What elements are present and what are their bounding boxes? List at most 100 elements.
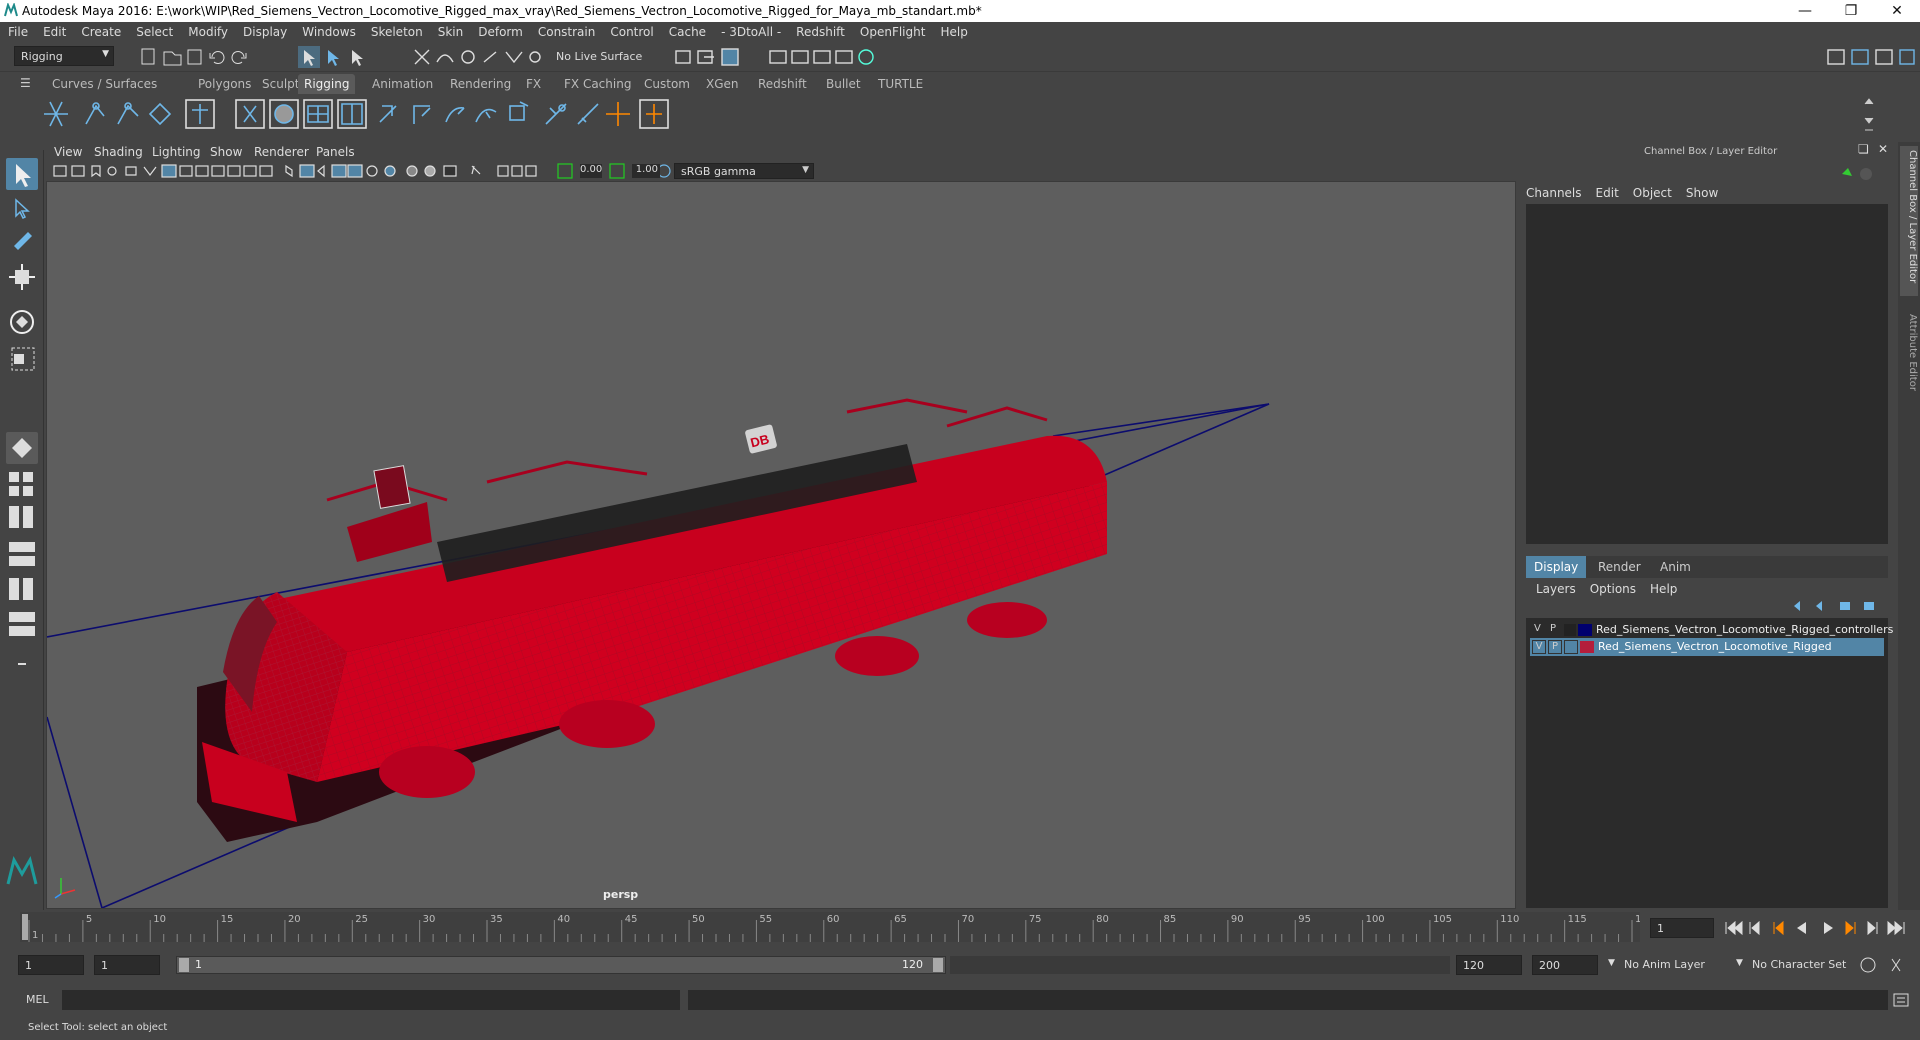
character-set-dropdown[interactable]: ▼ No Character Set [1734,955,1874,975]
layer-playback-toggle[interactable]: P [1550,623,1556,634]
menu-skin[interactable]: Skin [438,25,464,39]
toolbox-icons[interactable] [0,150,44,910]
menu-skeleton[interactable]: Skeleton [371,25,423,39]
tab-render[interactable]: Render [1590,560,1649,574]
selection-mode-group[interactable] [298,46,368,68]
layer-row[interactable]: V P Red_Siemens_Vectron_Locomotive_Rigge… [1530,638,1884,656]
view-transform-dropdown[interactable]: sRGB gamma ▼ [674,163,814,179]
viewport-menu-lighting[interactable]: Lighting [152,145,201,159]
command-input[interactable] [62,990,680,1010]
anim-layer-dropdown[interactable]: ▼ No Anim Layer [1606,955,1746,975]
tab-polygons[interactable]: Polygons [192,74,257,94]
time-prefs-icons[interactable] [1858,955,1918,975]
playback-controls[interactable] [1722,918,1916,938]
menu-create[interactable]: Create [81,25,121,39]
tab-channel-box-vertical[interactable]: Channel Box / Layer Editor [1900,146,1918,296]
viewport-menu-renderer[interactable]: Renderer [254,145,309,159]
restore-icon[interactable]: ❐ [1828,3,1874,19]
tab-redshift[interactable]: Redshift [752,74,813,94]
workspace-toggles-group[interactable] [1826,46,1916,68]
layer-color-swatch[interactable] [1578,624,1592,636]
layer-name[interactable]: Red_Siemens_Vectron_Locomotive_Rigged [1598,640,1832,653]
menu-openflight[interactable]: OpenFlight [860,25,926,39]
layer-color-swatch[interactable] [1580,641,1594,653]
tab-bullet[interactable]: Bullet [820,74,867,94]
layer-playback-toggle[interactable]: P [1548,640,1562,654]
menu-select[interactable]: Select [136,25,173,39]
layer-row[interactable]: V P Red_Siemens_Vectron_Locomotive_Rigge… [1530,622,1893,638]
layers-menu[interactable]: Layers [1536,582,1576,596]
current-frame-field[interactable]: 1 [1650,918,1714,938]
channel-list[interactable] [1526,204,1888,544]
menuset-dropdown[interactable]: Rigging ▼ [14,46,114,66]
time-slider[interactable]: 1 5 10 15 20 25 30 35 40 45 50 55 60 65 70 75 80 85 90 95 10… [0,912,1920,946]
close-panel-icon[interactable]: ✕ [1878,142,1888,156]
layer-visibility-toggle[interactable]: V [1534,623,1541,634]
options-menu[interactable]: Options [1590,582,1636,596]
menu-modify[interactable]: Modify [188,25,228,39]
menu-redshift[interactable]: Redshift [796,25,845,39]
layer-type-toggle[interactable] [1564,640,1578,654]
help-menu[interactable]: Help [1650,582,1677,596]
render-tools-group[interactable] [674,46,894,68]
range-start-handle[interactable] [179,958,189,972]
range-slider[interactable]: 1 120 [176,956,946,974]
perspective-viewport[interactable]: DB persp [46,181,1516,909]
layer-actions-icons[interactable] [1790,598,1886,614]
tab-anim[interactable]: Anim [1652,560,1699,574]
range-end-handle[interactable] [933,958,943,972]
viewport-scene[interactable]: DB [47,182,1516,909]
menu-deform[interactable]: Deform [478,25,523,39]
playback-end-field[interactable]: 120 [1456,955,1522,975]
scene-end-field[interactable]: 200 [1532,955,1598,975]
shelf-scroll-icon[interactable] [1862,96,1876,136]
viewport-menu-show[interactable]: Show [210,145,242,159]
tab-custom[interactable]: Custom [638,74,696,94]
tab-animation[interactable]: Animation [366,74,439,94]
object-menu[interactable]: Object [1633,186,1672,200]
channel-box-options-icons[interactable] [1838,164,1878,184]
tab-turtle[interactable]: TURTLE [872,74,929,94]
menu-constrain[interactable]: Constrain [538,25,596,39]
menu-help[interactable]: Help [940,25,967,39]
playback-start-field[interactable]: 1 [94,955,160,975]
show-menu[interactable]: Show [1686,186,1718,200]
edit-menu[interactable]: Edit [1596,186,1619,200]
tab-attribute-editor-vertical[interactable]: Attribute Editor [1900,310,1918,410]
float-panel-icon[interactable]: ❏ [1858,142,1869,156]
menu-display[interactable]: Display [243,25,287,39]
tab-rigging[interactable]: Rigging [298,74,356,94]
menu-3dtoall[interactable]: - 3DtoAll - [721,25,781,39]
tab-xgen[interactable]: XGen [700,74,745,94]
snap-tools-group[interactable] [412,46,542,68]
current-time-marker[interactable] [22,914,28,940]
tab-rendering[interactable]: Rendering [444,74,517,94]
channels-menu[interactable]: Channels [1526,186,1582,200]
tab-fx[interactable]: FX [520,74,547,94]
viewport-menu-view[interactable]: View [54,145,82,159]
rigging-shelf-icons[interactable] [40,94,800,134]
layer-visibility-toggle[interactable]: V [1532,640,1546,654]
time-slider-track[interactable]: 1 5 10 15 20 25 30 35 40 45 50 55 60 65 70 75 80 85 90 95 10… [20,912,1654,942]
shelf-menu-icon[interactable]: ☰ [20,76,31,90]
layer-name[interactable]: Red_Siemens_Vectron_Locomotive_Rigged_co… [1596,623,1893,636]
menu-windows[interactable]: Windows [302,25,356,39]
script-editor-icon[interactable] [1892,992,1910,1008]
tab-fx-caching[interactable]: FX Caching [558,74,637,94]
menu-file[interactable]: File [8,25,28,39]
scene-start-field[interactable]: 1 [18,955,84,975]
menu-control[interactable]: Control [610,25,653,39]
minimize-icon[interactable]: — [1782,3,1828,19]
gamma-field[interactable]: 1.00 [632,164,660,178]
menu-edit[interactable]: Edit [43,25,66,39]
exposure-field[interactable]: 0.00 [580,164,602,178]
viewport-menu-panels[interactable]: Panels [316,145,355,159]
file-tools-group[interactable] [140,47,260,67]
menu-cache[interactable]: Cache [669,25,706,39]
tab-curves-surfaces[interactable]: Curves / Surfaces [46,74,163,94]
close-icon[interactable]: ✕ [1874,3,1920,19]
viewport-menu-shading[interactable]: Shading [94,145,143,159]
tab-display[interactable]: Display [1526,556,1586,578]
layer-type-toggle[interactable] [1564,624,1576,636]
mel-label[interactable]: MEL [26,993,49,1006]
